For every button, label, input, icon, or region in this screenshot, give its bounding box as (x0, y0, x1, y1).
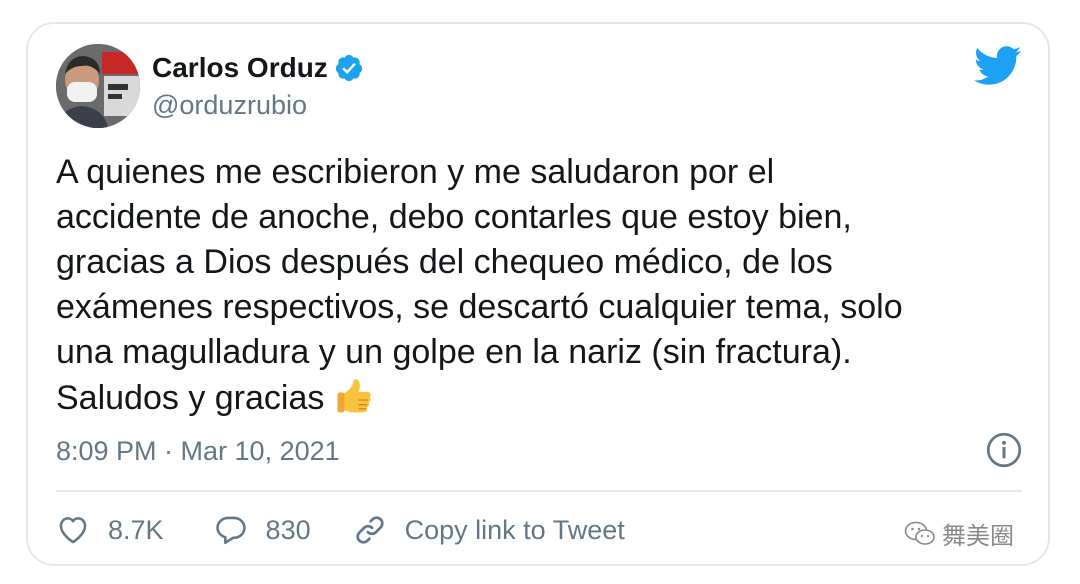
divider (56, 490, 1022, 492)
thumbs-up-icon (337, 379, 372, 413)
author-name[interactable]: Carlos Orduz (152, 52, 328, 84)
author-handle[interactable]: @orduzrubio (152, 90, 307, 121)
tweet-card: Carlos Orduz @orduzrubio A quienes me es… (26, 22, 1050, 566)
link-icon (356, 516, 384, 544)
copy-link-button[interactable]: Copy link to Tweet (353, 513, 625, 547)
tweet-text-body: A quienes me escribieron y me saludaron … (56, 153, 903, 417)
avatar-photo (56, 44, 140, 128)
reply-button[interactable]: 830 (214, 513, 311, 547)
speech-bubble-icon (215, 516, 246, 545)
reply-count: 830 (265, 514, 311, 545)
tweet-actions: 8.7K 830 Copy link to Tweet (56, 510, 625, 550)
copy-link-label: Copy link to Tweet (404, 514, 625, 545)
heart-icon (59, 517, 87, 544)
twitter-bird-icon[interactable] (974, 46, 1022, 86)
like-button[interactable]: 8.7K (56, 513, 164, 547)
verified-badge-icon (335, 54, 362, 82)
like-count: 8.7K (108, 514, 164, 545)
tweet-timestamp[interactable]: 8:09 PM · Mar 10, 2021 (56, 436, 340, 467)
page: Carlos Orduz @orduzrubio A quienes me es… (0, 0, 1080, 584)
wechat-icon (904, 521, 935, 545)
watermark: 舞美圈 (904, 516, 1014, 551)
tweet-text: A quienes me escribieron y me saludaron … (56, 150, 1016, 421)
avatar[interactable] (56, 44, 140, 128)
info-icon[interactable] (986, 432, 1022, 468)
author-name-row[interactable]: Carlos Orduz (152, 52, 364, 84)
watermark-text: 舞美圈 (942, 523, 1014, 550)
